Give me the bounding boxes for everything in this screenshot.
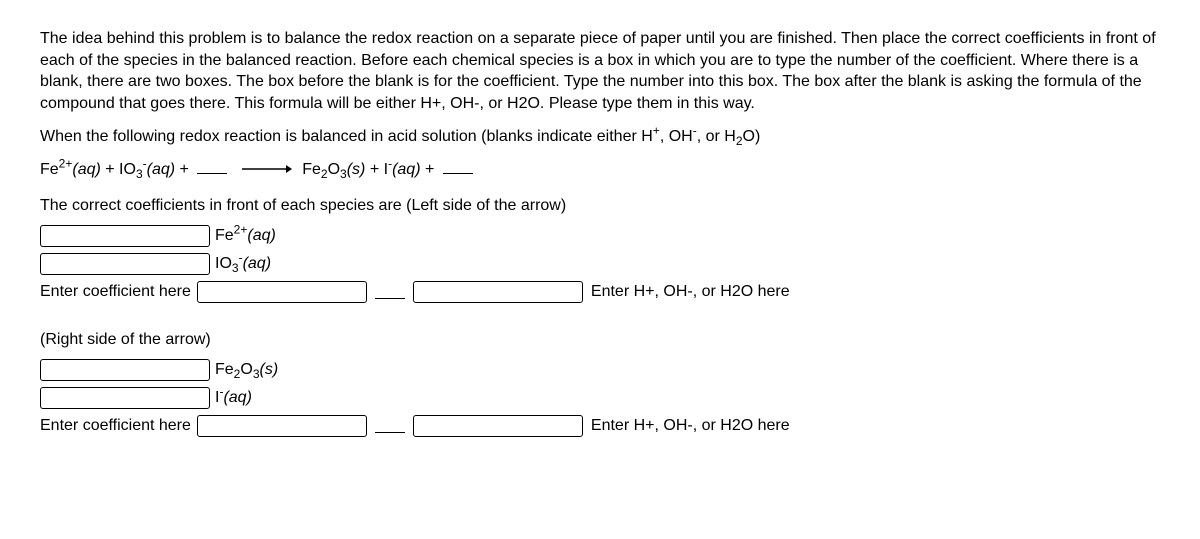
- label-fe2o3: Fe2O3(s): [215, 361, 278, 379]
- cond-mid2: , or H: [697, 128, 736, 145]
- label-enter-coef-right: Enter coefficient here: [40, 417, 191, 435]
- sp-fe2o3-s: (s): [260, 361, 279, 378]
- coef-i-input[interactable]: [40, 387, 210, 409]
- cond-mid1: , OH: [660, 128, 693, 145]
- sp-fe2-sup: 2+: [234, 223, 248, 237]
- row-fe2: Fe2+(aq): [40, 225, 1160, 247]
- coef-left-blank-input[interactable]: [197, 281, 367, 303]
- eq-fe: Fe: [40, 161, 59, 178]
- row-left-blank: Enter coefficient here Enter H+, OH-, or…: [40, 281, 1160, 303]
- cond-sub-2: 2: [736, 135, 743, 149]
- cond-sup-plus: +: [653, 124, 660, 138]
- blank-right: [443, 160, 473, 174]
- eq-i: + I: [365, 161, 388, 178]
- equation: Fe2+(aq) + IO3-(aq) + Fe2O3(s) + I-(aq) …: [40, 160, 1160, 179]
- eq-io3-sub: 3: [136, 167, 143, 181]
- row-i: I-(aq): [40, 387, 1160, 409]
- eq-aq2: (aq): [147, 161, 175, 178]
- eq-fe-charge: 2+: [59, 157, 73, 171]
- sp-io3-aq: (aq): [243, 255, 271, 272]
- label-fe2: Fe2+(aq): [215, 227, 276, 245]
- eq-fe2o3-sub2: 2: [321, 167, 328, 181]
- condition-paragraph: When the following redox reaction is bal…: [40, 126, 1160, 148]
- sp-i-aq: (aq): [223, 389, 251, 406]
- eq-plus3: +: [421, 161, 439, 178]
- sp-io3-sub: 3: [232, 261, 239, 275]
- intro-paragraph: The idea behind this problem is to balan…: [40, 28, 1160, 114]
- coef-fe2-input[interactable]: [40, 225, 210, 247]
- hint-right: Enter H+, OH-, or H2O here: [591, 417, 790, 435]
- sp-fe2o3-o: O: [240, 361, 252, 378]
- eq-fe2o3-sub3: 3: [340, 167, 347, 181]
- eq-fe2o3-fe: Fe: [302, 161, 321, 178]
- sp-fe2-aq: (aq): [247, 227, 275, 244]
- eq-s: (s): [347, 161, 366, 178]
- label-i: I-(aq): [215, 389, 252, 407]
- eq-plus2: +: [175, 161, 193, 178]
- row-fe2o3: Fe2O3(s): [40, 359, 1160, 381]
- row-io3: IO3-(aq): [40, 253, 1160, 275]
- left-side-heading: The correct coefficients in front of eac…: [40, 197, 1160, 215]
- label-io3: IO3-(aq): [215, 255, 271, 273]
- blank-left: [197, 160, 227, 174]
- row-right-blank: Enter coefficient here Enter H+, OH-, or…: [40, 415, 1160, 437]
- blank-right-form: [375, 419, 405, 433]
- label-enter-coef-left: Enter coefficient here: [40, 283, 191, 301]
- coef-right-blank-input[interactable]: [197, 415, 367, 437]
- cond-prefix: When the following redox reaction is bal…: [40, 128, 653, 145]
- hint-left: Enter H+, OH-, or H2O here: [591, 283, 790, 301]
- right-side-heading: (Right side of the arrow): [40, 331, 1160, 349]
- sp-io3: IO: [215, 255, 232, 272]
- coef-fe2o3-input[interactable]: [40, 359, 210, 381]
- arrow-icon: [242, 161, 292, 179]
- cond-suffix: O): [743, 128, 761, 145]
- coef-io3-input[interactable]: [40, 253, 210, 275]
- eq-plus1: + IO: [101, 161, 136, 178]
- blank-left-form: [375, 285, 405, 299]
- species-right-input[interactable]: [413, 415, 583, 437]
- eq-aq3: (aq): [392, 161, 420, 178]
- sp-fe2o3-sub3: 3: [253, 367, 260, 381]
- eq-fe2o3-o: O: [328, 161, 340, 178]
- sp-fe2: Fe: [215, 227, 234, 244]
- eq-aq1: (aq): [72, 161, 100, 178]
- species-left-input[interactable]: [413, 281, 583, 303]
- sp-fe2o3-fe: Fe: [215, 361, 234, 378]
